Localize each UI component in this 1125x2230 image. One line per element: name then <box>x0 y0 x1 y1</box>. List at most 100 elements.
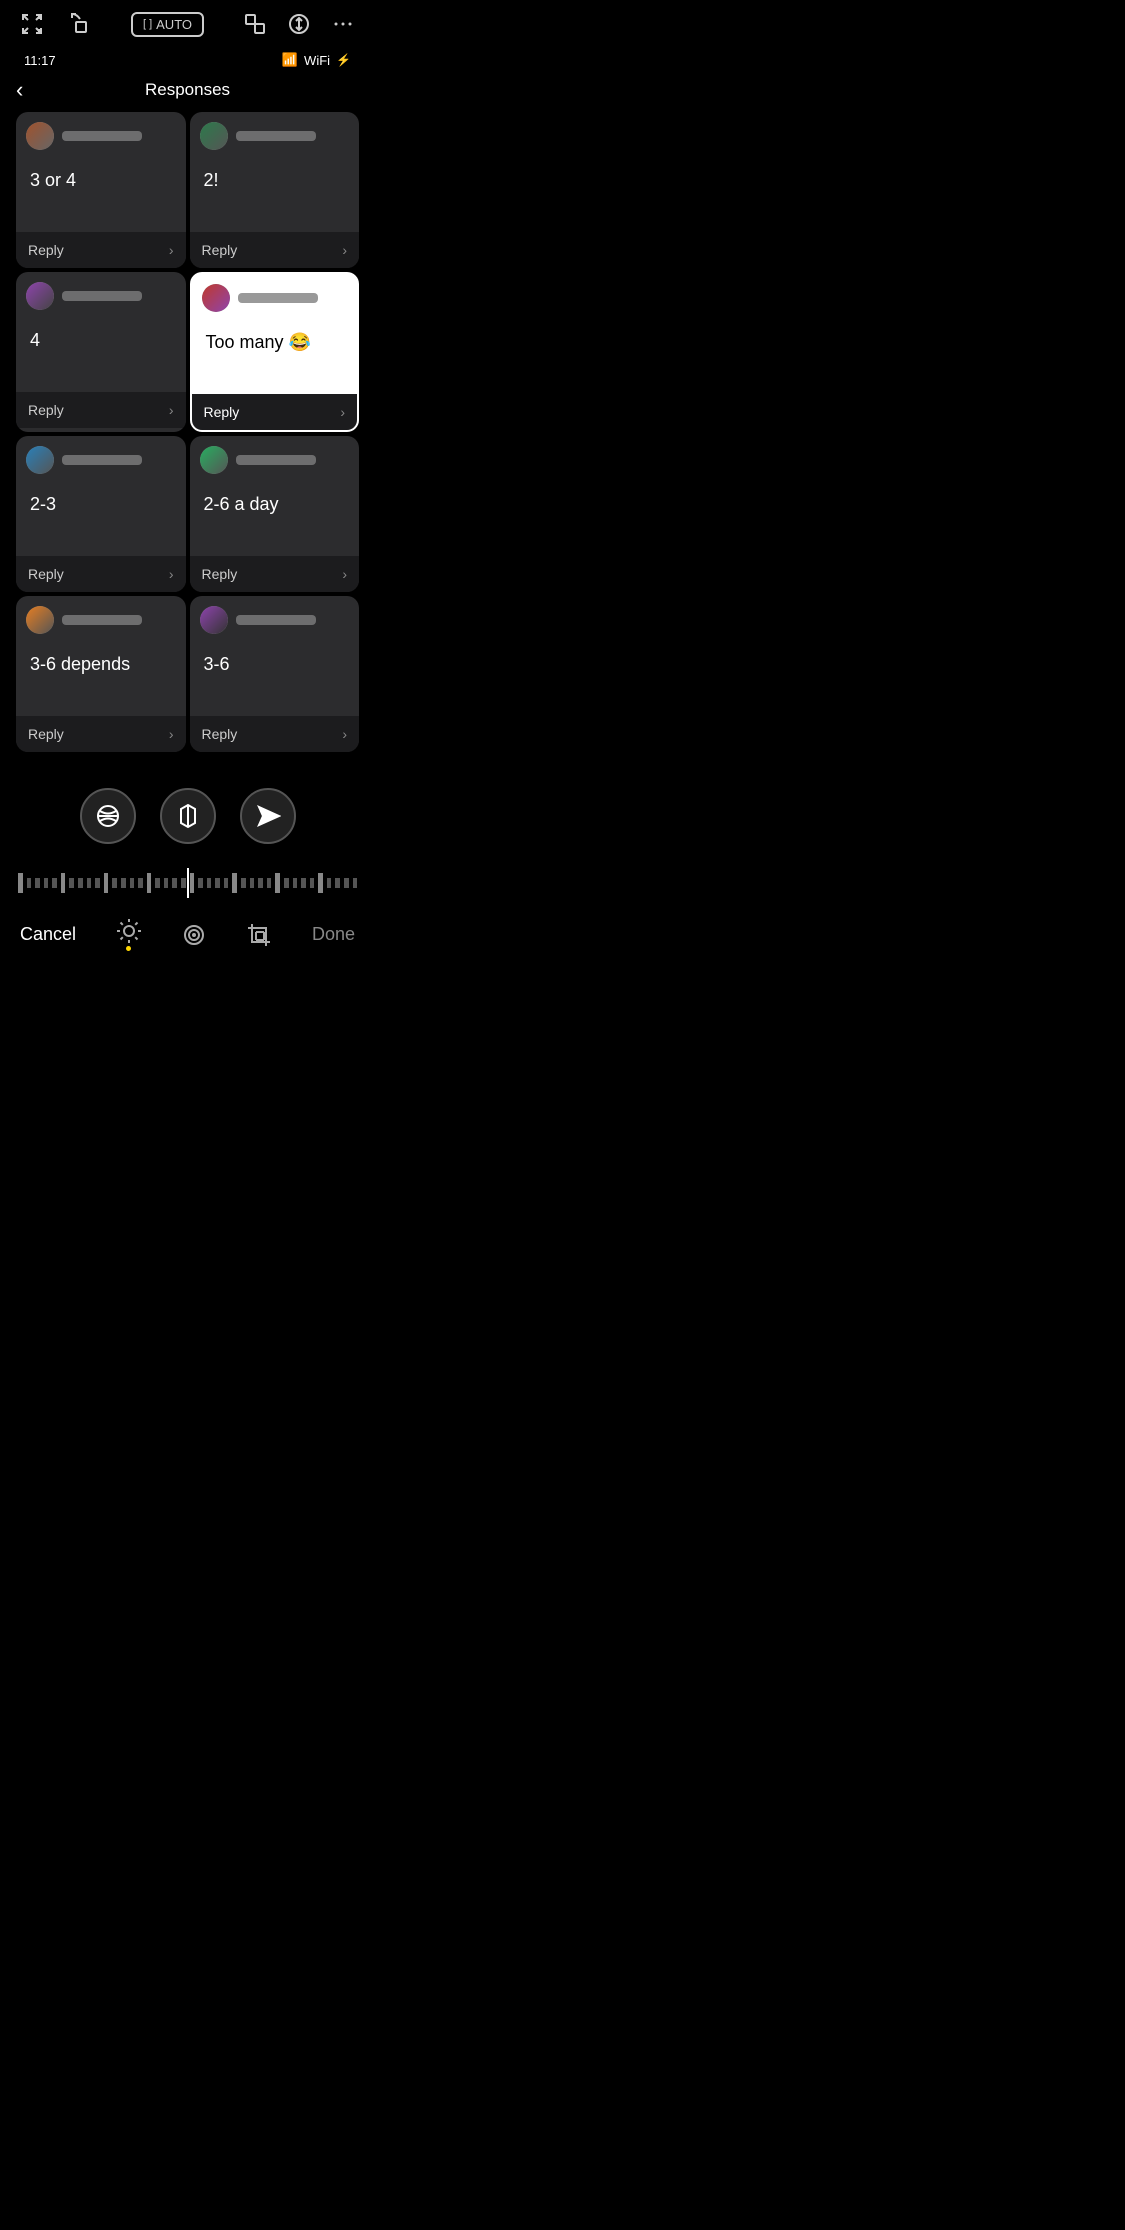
card-footer[interactable]: Reply› <box>190 716 360 752</box>
response-text: 2-3 <box>26 494 176 515</box>
chevron-right-icon: › <box>169 242 174 258</box>
response-card-2[interactable]: 2! Reply› <box>190 112 360 268</box>
username-blurred <box>62 455 142 465</box>
brightness-dot <box>126 946 131 951</box>
response-card-5[interactable]: 2-3 Reply› <box>16 436 186 592</box>
page-header: ‹ Responses <box>0 72 375 112</box>
username-blurred <box>236 455 316 465</box>
time: 11:17 <box>24 53 56 68</box>
compass-icon[interactable] <box>283 8 315 40</box>
ruler-tick <box>112 878 117 888</box>
reply-label[interactable]: Reply <box>204 404 240 420</box>
user-row <box>200 122 350 150</box>
ruler-tick <box>301 878 306 888</box>
card-footer[interactable]: Reply › <box>16 716 186 752</box>
reply-label[interactable]: Reply <box>202 242 238 258</box>
ruler-tick <box>87 878 92 888</box>
ruler: // Will be rendered via JS below <box>0 860 375 906</box>
card-footer[interactable]: Reply › <box>16 392 186 428</box>
brightness-icon[interactable] <box>116 918 142 951</box>
response-text: Too many 😂 <box>202 332 348 353</box>
toolbar-right <box>239 8 359 40</box>
response-text: 2! <box>200 170 350 191</box>
ruler-tick <box>241 878 246 888</box>
user-row <box>26 282 176 310</box>
back-button[interactable]: ‹ <box>16 77 23 103</box>
responses-grid: 3 or 4Reply›2!Reply›4Reply›Too many 😂Rep… <box>0 112 375 752</box>
reply-label[interactable]: Reply <box>202 726 238 742</box>
card-footer[interactable]: Reply› <box>16 556 186 592</box>
ruler-tick <box>224 878 229 888</box>
chevron-right-icon: › <box>342 566 347 582</box>
user-row <box>26 446 176 474</box>
reply-label[interactable]: Reply <box>28 566 64 582</box>
response-text: 3 or 4 <box>26 170 176 191</box>
rotate-icon[interactable] <box>64 8 96 40</box>
response-card-6[interactable]: 2-6 a dayReply› <box>190 436 360 592</box>
ruler-tick <box>327 878 332 888</box>
page-title: Responses <box>16 80 359 100</box>
ruler-tick <box>207 878 212 888</box>
avatar <box>26 606 54 634</box>
chevron-right-icon: › <box>169 402 174 418</box>
crop-icon[interactable] <box>246 922 272 948</box>
ruler-tick <box>275 873 280 893</box>
send-icon-button[interactable] <box>240 788 296 844</box>
avatar <box>200 606 228 634</box>
ruler-tick <box>164 878 169 888</box>
user-row <box>26 606 176 634</box>
expand-icon[interactable] <box>16 8 48 40</box>
ruler-tick <box>104 873 109 893</box>
status-right: 📶 WiFi ⚡ <box>282 52 351 68</box>
reply-label[interactable]: Reply <box>202 566 238 582</box>
more-icon[interactable] <box>327 8 359 40</box>
ruler-tick <box>78 878 83 888</box>
ruler-tick <box>318 873 323 893</box>
card-footer[interactable]: Reply› <box>190 232 360 268</box>
avatar <box>26 282 54 310</box>
ruler-tick <box>35 878 40 888</box>
ruler-tick <box>250 878 255 888</box>
ruler-tick <box>130 878 135 888</box>
overlay-icon[interactable] <box>239 8 271 40</box>
ruler-tick <box>147 873 152 893</box>
cancel-button[interactable]: Cancel <box>20 924 76 945</box>
username-blurred <box>62 131 142 141</box>
ruler-tick <box>267 878 272 888</box>
card-footer[interactable]: Reply › <box>190 556 360 592</box>
response-card-4[interactable]: Too many 😂 Reply › <box>190 272 360 432</box>
ruler-tick <box>155 878 160 888</box>
reply-label[interactable]: Reply <box>28 726 64 742</box>
response-text: 3-6 <box>200 654 350 675</box>
card-footer[interactable]: Reply › <box>16 232 186 268</box>
grid-icon-button[interactable] <box>80 788 136 844</box>
done-button[interactable]: Done <box>312 924 355 945</box>
card-footer[interactable]: Reply › <box>192 394 358 430</box>
response-card-8[interactable]: 3-6 Reply› <box>190 596 360 752</box>
ruler-tick <box>138 878 143 888</box>
chevron-right-icon: › <box>169 726 174 742</box>
ruler-tick <box>27 878 32 888</box>
ruler-tick <box>293 878 298 888</box>
ruler-tick <box>284 878 289 888</box>
ruler-center-marker <box>187 868 189 898</box>
ruler-tick <box>258 878 263 888</box>
toolbar-left <box>16 8 96 40</box>
reply-label[interactable]: Reply <box>28 242 64 258</box>
ruler-tick <box>215 878 220 888</box>
username-blurred <box>238 293 318 303</box>
center-icon-button[interactable] <box>160 788 216 844</box>
response-card-1[interactable]: 3 or 4 Reply › <box>16 112 186 268</box>
response-card-7[interactable]: 3-6 dependsReply› <box>16 596 186 752</box>
ruler-tick <box>181 878 186 888</box>
username-blurred <box>236 615 316 625</box>
chevron-right-icon: › <box>340 404 345 420</box>
effects-icon[interactable] <box>181 922 207 948</box>
reply-label[interactable]: Reply <box>28 402 64 418</box>
ruler-tick <box>335 878 340 888</box>
response-card-3[interactable]: 4Reply› <box>16 272 186 432</box>
auto-mode-badge[interactable]: AUTO <box>131 12 204 37</box>
top-toolbar: AUTO <box>0 0 375 48</box>
ruler-tick <box>44 878 49 888</box>
ruler-tick <box>121 878 126 888</box>
